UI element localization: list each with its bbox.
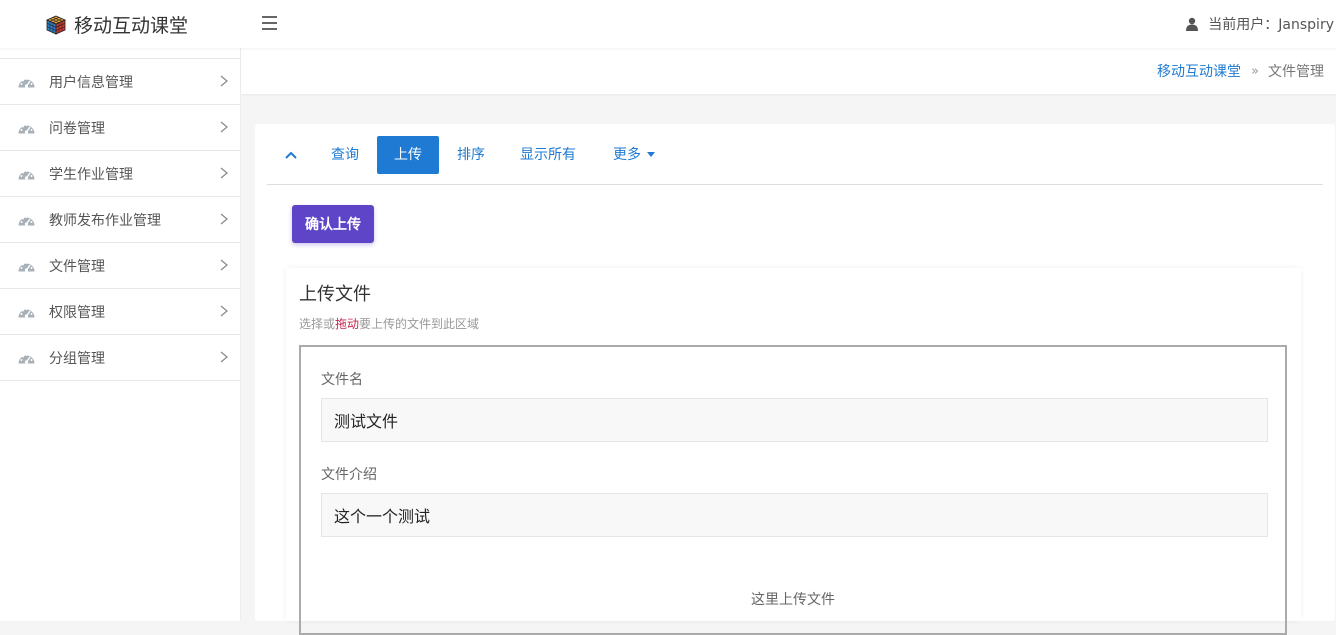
main-card: 查询 上传 排序 显示所有 更多 确认上传 上传文件 选择或拖动要上传的文件到此… [255,124,1335,635]
sidebar-menu: 用户信息管理 问卷管理 学生作业管理 教师发布作业管理 文件管理 权限管理 分组… [0,58,240,381]
breadcrumb-separator-icon: » [1251,63,1259,79]
chevron-right-icon [220,167,228,179]
caret-down-icon [647,151,655,157]
file-name-label: 文件名 [321,372,363,388]
chevron-right-icon [220,75,228,87]
sidebar-item-groups[interactable]: 分组管理 [0,334,240,381]
sidebar-item-teacher-homework[interactable]: 教师发布作业管理 [0,196,240,242]
sidebar-item-student-homework[interactable]: 学生作业管理 [0,150,240,196]
dashboard-icon [18,262,35,272]
sidebar-item-user-info[interactable]: 用户信息管理 [0,58,240,104]
chevron-right-icon [220,259,228,271]
file-dropzone[interactable]: 文件名 文件介绍 这里上传文件 [299,345,1287,635]
tab-show-all[interactable]: 显示所有 [518,136,578,174]
current-user[interactable]: 当前用户：Janspiry [1186,14,1334,34]
breadcrumb-home-link[interactable]: 移动互动课堂 [1157,61,1241,81]
tab-sort[interactable]: 排序 [455,136,487,174]
breadcrumb-bar: 移动互动课堂 » 文件管理 [241,48,1336,94]
sidebar: 用户信息管理 问卷管理 学生作业管理 教师发布作业管理 文件管理 权限管理 分组… [0,48,241,621]
breadcrumb: 移动互动课堂 » 文件管理 [1157,61,1324,81]
dashboard-icon [18,78,35,88]
sidebar-item-label: 教师发布作业管理 [49,212,161,229]
tab-upload[interactable]: 上传 [377,136,439,174]
sidebar-item-label: 文件管理 [49,258,105,275]
sidebar-item-files[interactable]: 文件管理 [0,242,240,288]
hint-emphasis: 拖动 [335,317,360,331]
sidebar-item-label: 分组管理 [49,350,105,367]
dashboard-icon [18,308,35,318]
sidebar-item-questionnaire[interactable]: 问卷管理 [0,104,240,150]
hint-text: 选择或 [299,317,336,331]
upload-hint: 选择或拖动要上传的文件到此区域 [299,315,479,332]
dashboard-icon [18,354,35,364]
collapse-toggle[interactable] [281,136,301,174]
upload-panel: 上传文件 选择或拖动要上传的文件到此区域 文件名 文件介绍 这里上传文件 [286,268,1301,635]
dashboard-icon [18,216,35,226]
dashboard-icon [18,170,35,180]
upload-panel-title: 上传文件 [299,284,371,305]
toolbar-tabs: 查询 上传 排序 显示所有 更多 [267,136,1323,185]
chevron-right-icon [220,351,228,363]
dashboard-icon [18,124,35,134]
confirm-upload-button[interactable]: 确认上传 [292,205,374,243]
tab-query[interactable]: 查询 [329,136,361,174]
tab-more-dropdown[interactable]: 更多 [610,136,658,174]
chevron-right-icon [220,305,228,317]
top-bar: 移动互动课堂 当前用户：Janspiry [0,0,1336,48]
sidebar-item-label: 权限管理 [49,304,105,321]
hamburger-menu-icon[interactable] [262,16,277,30]
sidebar-item-label: 用户信息管理 [49,74,133,91]
sidebar-item-label: 问卷管理 [49,120,105,137]
app-title: 移动互动课堂 [74,15,189,37]
dropzone-text: 这里上传文件 [751,592,835,608]
brand[interactable]: 移动互动课堂 [46,11,188,38]
user-icon [1186,17,1199,31]
tab-more-label: 更多 [613,147,641,163]
file-name-input[interactable] [321,398,1268,442]
file-description-label: 文件介绍 [321,467,377,483]
current-user-label: 当前用户：Janspiry [1208,17,1334,33]
file-description-input[interactable] [321,493,1268,537]
chevron-up-icon [285,151,297,159]
sidebar-item-permissions[interactable]: 权限管理 [0,288,240,334]
breadcrumb-current: 文件管理 [1268,64,1324,80]
sidebar-item-label: 学生作业管理 [49,166,133,183]
hint-text-end: 要上传的文件到此区域 [359,317,480,331]
chevron-right-icon [220,121,228,133]
rubiks-cube-logo-icon [46,15,66,35]
chevron-right-icon [220,213,228,225]
